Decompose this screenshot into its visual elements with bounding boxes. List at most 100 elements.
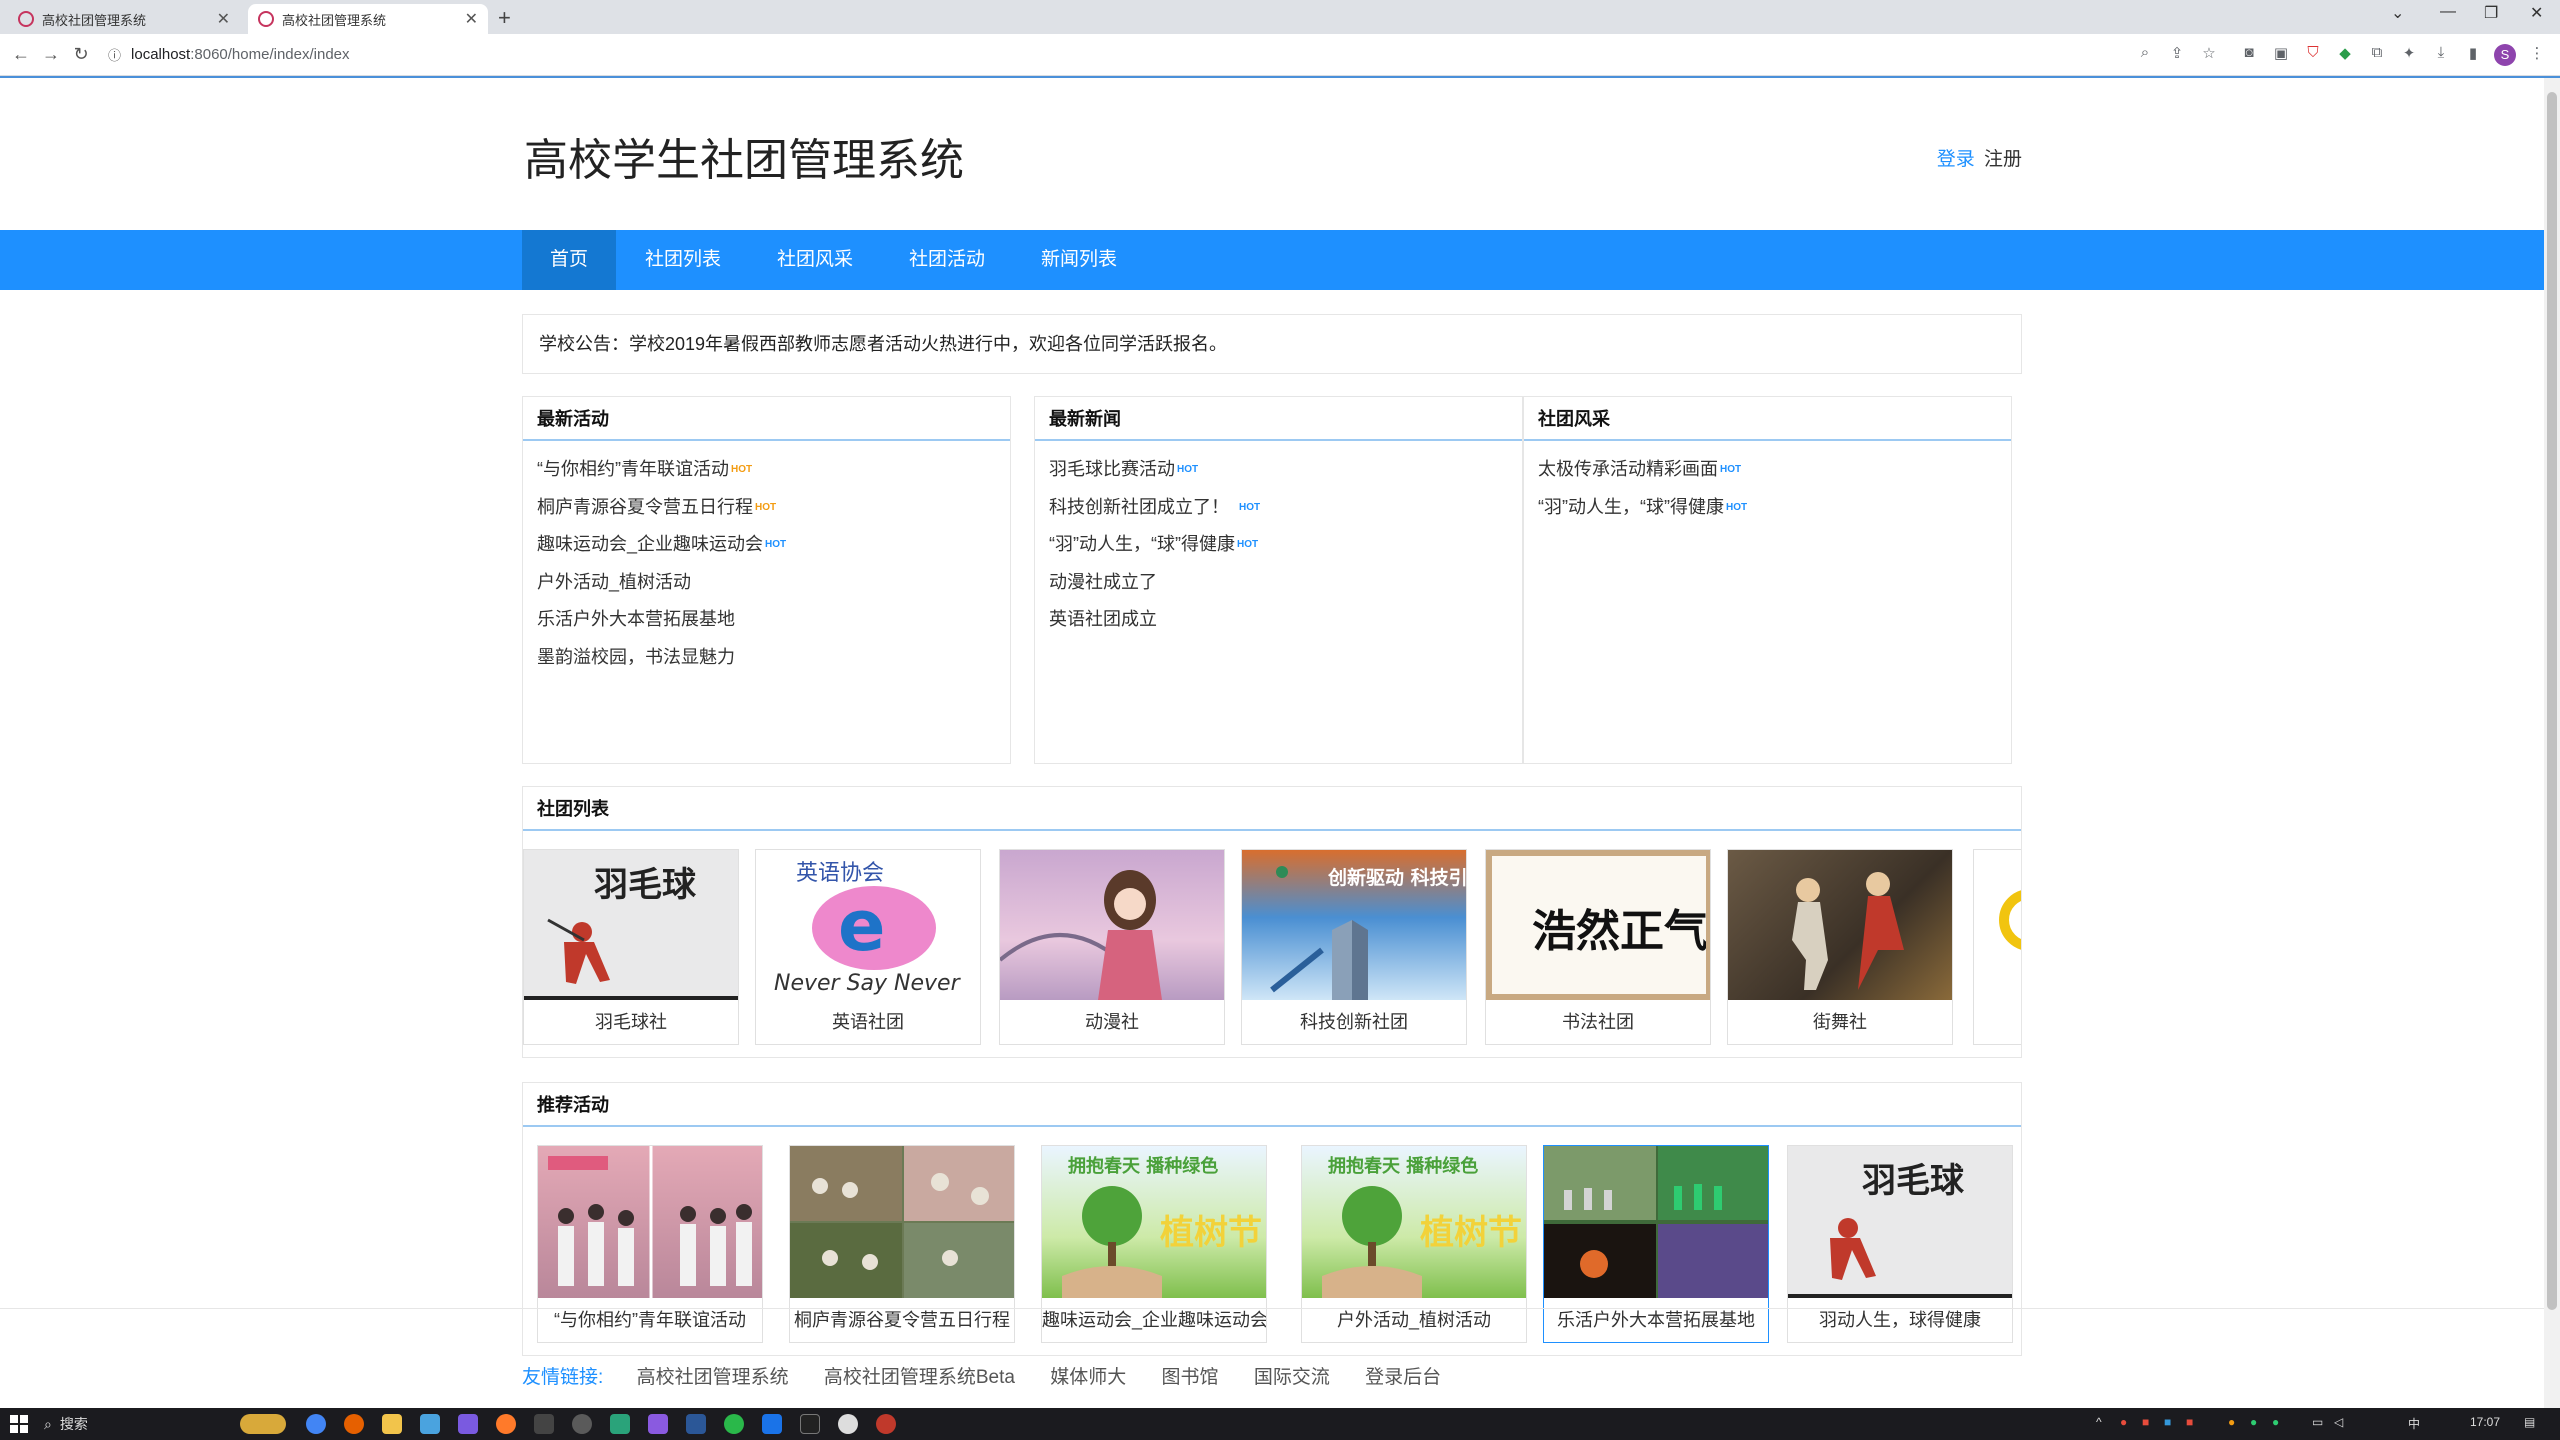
zoom-icon[interactable]: ⌕: [2134, 44, 2156, 66]
extensions-puzzle-icon[interactable]: ✦: [2398, 44, 2420, 66]
activity-card[interactable]: 桐庐青源谷夏令营五日行程: [789, 1145, 1015, 1343]
tray-expand-icon[interactable]: ^: [2096, 1415, 2102, 1429]
clock[interactable]: 17:07: [2470, 1415, 2500, 1429]
app-icon[interactable]: [458, 1414, 478, 1434]
footer-link[interactable]: 国际交流: [1254, 1367, 1330, 1388]
ime-indicator[interactable]: 中: [2408, 1415, 2420, 1432]
wechat-tray-icon[interactable]: ●: [2250, 1415, 2257, 1429]
footer-link[interactable]: 媒体师大: [1050, 1367, 1126, 1388]
new-tab-icon[interactable]: +: [498, 5, 511, 31]
chrome-icon[interactable]: [306, 1414, 326, 1434]
tray-app-icon[interactable]: ●: [2120, 1415, 2127, 1429]
list-item[interactable]: 户外活动_植树活动: [537, 564, 1010, 602]
nav-news-list[interactable]: 新闻列表: [1024, 230, 1134, 290]
profile-avatar[interactable]: S: [2494, 44, 2516, 66]
tray-app-icon[interactable]: ●: [2272, 1415, 2279, 1429]
club-card[interactable]: 街舞社: [1727, 849, 1953, 1045]
app-icon[interactable]: [610, 1414, 630, 1434]
nav-club-showcase[interactable]: 社团风采: [760, 230, 870, 290]
bookmark-star-icon[interactable]: ☆: [2198, 44, 2220, 66]
tray-app-icon[interactable]: ●: [2228, 1415, 2235, 1429]
notification-icon[interactable]: ▤: [2524, 1415, 2535, 1429]
forward-icon[interactable]: →: [36, 44, 66, 65]
screenshot-icon[interactable]: ◙: [2238, 44, 2260, 66]
club-card[interactable]: 动漫社: [999, 849, 1225, 1045]
nav-club-list[interactable]: 社团列表: [628, 230, 738, 290]
scrollbar-thumb[interactable]: [2547, 92, 2557, 1310]
tray-app-icon[interactable]: ■: [2142, 1415, 2149, 1429]
windows-start-icon[interactable]: [10, 1415, 28, 1433]
list-item[interactable]: 太极传承活动精彩画面 HOT: [1538, 451, 2011, 489]
app-icon[interactable]: [420, 1414, 440, 1434]
tab-search-icon[interactable]: ⌄: [2391, 3, 2404, 23]
list-item[interactable]: 桐庐青源谷夏令营五日行程 HOT: [537, 489, 1010, 527]
club-card[interactable]: 浩然正气 书法社团: [1485, 849, 1711, 1045]
close-tab-icon[interactable]: ✕: [465, 9, 478, 29]
app-icon[interactable]: [762, 1414, 782, 1434]
tray-app-icon[interactable]: ■: [2186, 1415, 2193, 1429]
vertical-scrollbar[interactable]: [2544, 78, 2560, 1408]
list-item[interactable]: “羽”动人生，“球”得健康 HOT: [1538, 489, 2011, 527]
word-icon[interactable]: [686, 1414, 706, 1434]
list-item[interactable]: 羽毛球比赛活动 HOT: [1049, 451, 1522, 489]
chat-icon[interactable]: [572, 1414, 592, 1434]
browser-tab-2[interactable]: 高校社团管理系统 ✕: [248, 4, 488, 34]
back-icon[interactable]: ←: [6, 44, 36, 65]
file-explorer-icon[interactable]: [382, 1414, 402, 1434]
app-icon[interactable]: [838, 1414, 858, 1434]
list-item[interactable]: “与你相约”青年联谊活动 HOT: [537, 451, 1010, 489]
app-icon[interactable]: [648, 1414, 668, 1434]
tray-app-icon[interactable]: ■: [2164, 1415, 2171, 1429]
list-item[interactable]: 英语社团成立: [1049, 601, 1522, 639]
volume-icon[interactable]: ◁: [2334, 1415, 2343, 1429]
svg-text:植树节: 植树节: [1420, 1213, 1522, 1253]
club-card[interactable]: 羽毛球 羽毛球社: [523, 849, 739, 1045]
evernote-extension-icon[interactable]: ◆: [2334, 44, 2356, 66]
close-window-icon[interactable]: ✕: [2530, 3, 2543, 23]
nav-home[interactable]: 首页: [522, 230, 616, 290]
terminal-icon[interactable]: [534, 1414, 554, 1434]
activity-card[interactable]: 拥抱春天 播种绿色 植树节 户外活动_植树活动: [1301, 1145, 1527, 1343]
list-item[interactable]: 墨韵溢校园，书法显魅力: [537, 639, 1010, 677]
activity-card[interactable]: 乐活户外大本营拓展基地: [1543, 1145, 1769, 1343]
wechat-icon[interactable]: [724, 1414, 744, 1434]
nav-club-activities[interactable]: 社团活动: [892, 230, 1002, 290]
copy-extension-icon[interactable]: ⧉: [2366, 44, 2388, 66]
side-panel-icon[interactable]: ▮: [2462, 44, 2484, 66]
firefox-icon[interactable]: [344, 1414, 364, 1434]
footer-link[interactable]: 高校社团管理系统: [637, 1367, 789, 1388]
list-item[interactable]: 趣味运动会_企业趣味运动会 HOT: [537, 526, 1010, 564]
activity-card[interactable]: 羽毛球 羽动人生，球得健康: [1787, 1145, 2013, 1343]
browser-menu-icon[interactable]: ⋮: [2526, 44, 2548, 66]
url-field[interactable]: ⓘ localhost:8060/home/index/index: [108, 45, 350, 64]
list-item[interactable]: 动漫社成立了: [1049, 564, 1522, 602]
activity-card[interactable]: “与你相约”青年联谊活动: [537, 1145, 763, 1343]
list-item[interactable]: “羽”动人生，“球”得健康 HOT: [1049, 526, 1522, 564]
share-icon[interactable]: ⇪: [2166, 44, 2188, 66]
club-card[interactable]: 英语协会 e Never Say Never 英语社团: [755, 849, 981, 1045]
register-link[interactable]: 注册: [1984, 149, 2022, 170]
club-card-partial[interactable]: [1973, 849, 2021, 1045]
footer-link[interactable]: 登录后台: [1365, 1367, 1441, 1388]
intellij-icon[interactable]: [800, 1414, 820, 1434]
minimize-icon[interactable]: —: [2440, 3, 2456, 21]
close-tab-icon[interactable]: ✕: [217, 9, 230, 29]
footer-link[interactable]: 高校社团管理系统Beta: [824, 1367, 1015, 1388]
image-extension-icon[interactable]: ▣: [2270, 44, 2292, 66]
list-item[interactable]: 科技创新社团成立了！ HOT: [1049, 489, 1522, 527]
site-info-icon[interactable]: ⓘ: [108, 45, 121, 64]
browser-tab-1[interactable]: 高校社团管理系统 ✕: [8, 4, 240, 34]
footer-link[interactable]: 图书馆: [1162, 1367, 1219, 1388]
shield-extension-icon[interactable]: ⛉: [2302, 44, 2324, 66]
app-icon[interactable]: [496, 1414, 516, 1434]
tab-title: 高校社团管理系统: [42, 12, 147, 28]
reload-icon[interactable]: ↻: [66, 44, 96, 65]
club-card[interactable]: 创新驱动 科技引领 科技创新社团: [1241, 849, 1467, 1045]
list-item[interactable]: 乐活户外大本营拓展基地: [537, 601, 1010, 639]
login-link[interactable]: 登录: [1937, 149, 1975, 170]
download-icon[interactable]: ⤓: [2430, 44, 2452, 66]
activity-card[interactable]: 拥抱春天 播种绿色 植树节 趣味运动会_企业趣味运动会: [1041, 1145, 1267, 1343]
recorder-icon[interactable]: [876, 1414, 896, 1434]
restore-icon[interactable]: ❐: [2484, 3, 2498, 23]
network-icon[interactable]: ▭: [2312, 1415, 2323, 1429]
